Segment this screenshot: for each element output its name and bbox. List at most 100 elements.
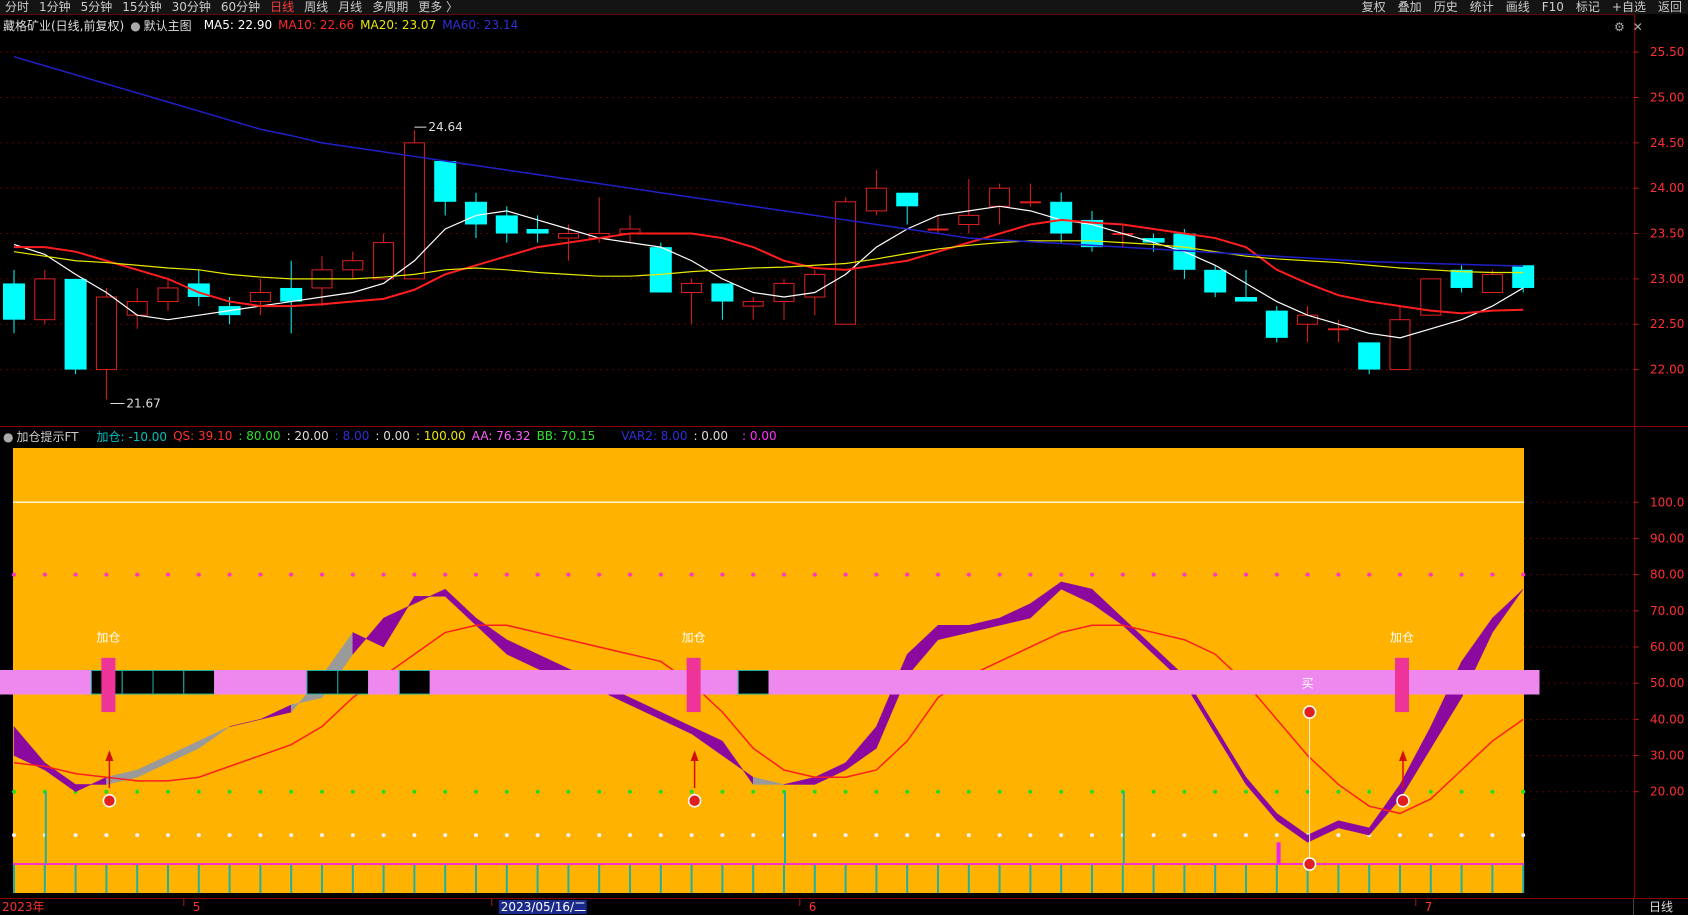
dot-80-37 [1151, 572, 1156, 577]
candle-body [3, 283, 25, 320]
ma-line-MA60 [13, 55, 1524, 267]
candle-body [373, 242, 395, 280]
period-status[interactable]: 日线 [1633, 899, 1688, 915]
band-cell-8 [244, 670, 277, 695]
band-cell-10 [306, 670, 339, 695]
candle-38 [1173, 229, 1196, 279]
band-cell-23 [706, 670, 739, 695]
sell-marker-top [1302, 705, 1317, 719]
dot-8-45 [1398, 833, 1402, 838]
dot-80-3 [104, 572, 109, 577]
dot-8-14 [443, 833, 448, 838]
ma-line-MA20 [13, 240, 1524, 280]
dot-80-26 [812, 572, 817, 577]
gear-icon[interactable]: ⚙ [1614, 20, 1625, 34]
dot-8-23 [720, 833, 725, 838]
dot-8-46 [1428, 833, 1433, 838]
candle-27 [835, 197, 857, 325]
dot-20-47 [1459, 789, 1464, 794]
dot-80-33 [1028, 572, 1033, 577]
candle-13 [403, 130, 425, 280]
dot-20-43 [1336, 789, 1341, 794]
candle-body [1481, 273, 1503, 293]
signal-label-2: 加仓 [1390, 631, 1414, 645]
signal-bar-1 [686, 657, 701, 713]
candle-8 [249, 278, 271, 316]
y-tick-label-7: 22.00 [1650, 363, 1684, 377]
dot-20-37 [1151, 789, 1156, 794]
dot-20-42 [1305, 789, 1310, 794]
dot-80-29 [905, 572, 910, 577]
dot-8-4 [135, 833, 140, 838]
dot-20-40 [1244, 789, 1248, 794]
y-tick-label-5: 23.00 [1650, 272, 1684, 286]
close-icon[interactable]: ✕ [1633, 20, 1643, 34]
candle-1 [34, 269, 56, 325]
indicator-toggle[interactable]: ● 加仓提示FT [3, 428, 85, 445]
dot-8-13 [412, 833, 417, 838]
dot-20-32 [997, 789, 1002, 794]
candle-40 [1235, 269, 1257, 302]
qs-value: QS: 39.10 [173, 429, 233, 443]
dot-80-31 [966, 572, 971, 577]
dot-80-46 [1428, 572, 1433, 577]
candle-23 [711, 283, 734, 320]
frame-top [0, 14, 1634, 15]
candle-body [896, 192, 919, 207]
dot-8-16 [504, 833, 509, 838]
band-cell-32 [984, 670, 1016, 695]
candle-14 [434, 160, 457, 216]
ind-y-tick-label-0: 100.0 [1650, 495, 1684, 509]
dot-80-30 [936, 572, 940, 577]
dot-80-35 [1090, 572, 1094, 577]
dot-20-19 [597, 789, 602, 794]
pink-stub [1276, 842, 1281, 865]
dot-8-26 [812, 833, 817, 838]
main-legend: 藏格矿业(日线,前复权) ● 默认主图 MA5: 22.90 MA10: 22.6… [0, 17, 524, 33]
dot-20-30 [936, 789, 940, 794]
line8-value: : 8.00 [334, 429, 370, 443]
dot-20-4 [135, 789, 140, 794]
dot-80-39 [1213, 572, 1218, 577]
panel-divider [0, 426, 1688, 427]
band-cell-6 [183, 670, 216, 695]
overlay-label: 默认主图 [143, 18, 192, 33]
ind-y-tick-label-7: 30.00 [1650, 749, 1684, 763]
dot-20-41 [1274, 789, 1279, 794]
candle-body [1265, 310, 1288, 338]
candle-11 [342, 251, 364, 279]
signal-label-1: 加仓 [682, 631, 706, 645]
x-label-1: 5 [193, 900, 201, 914]
dot-80-2 [73, 572, 78, 577]
dot-80-19 [597, 572, 602, 577]
dot-20-46 [1428, 789, 1433, 794]
candle-body [1235, 297, 1257, 302]
candle-20 [619, 215, 641, 243]
ind-y-tick-label-3: 70.00 [1650, 604, 1684, 618]
dot-20-9 [289, 789, 294, 794]
candle-32 [989, 183, 1011, 225]
overlay-toggle[interactable]: ● 默认主图 [130, 17, 198, 34]
y-tick-label-2: 24.50 [1650, 136, 1684, 150]
band-cell-27 [830, 670, 862, 695]
dot-80-25 [782, 572, 786, 577]
y-tick-label-4: 23.50 [1650, 227, 1684, 241]
dot-80-49 [1521, 572, 1526, 577]
band-cell-25 [768, 670, 801, 695]
dot-8-10 [320, 833, 324, 838]
dot-80-9 [289, 572, 294, 577]
dot-20-23 [720, 789, 725, 794]
band-cell-12 [368, 670, 400, 695]
dot-8-32 [997, 833, 1002, 838]
dot-80-47 [1459, 572, 1464, 577]
signal-bar-0 [101, 657, 116, 713]
candle-body [1389, 319, 1411, 371]
band-cell-30 [922, 670, 955, 695]
bottom-divider [0, 898, 1688, 899]
line0b-value: : 0.00 [693, 429, 729, 443]
candle-body [1358, 342, 1381, 370]
dot-20-13 [412, 789, 417, 794]
band-cell-34 [1045, 670, 1078, 695]
band-cell-26 [799, 670, 832, 695]
band-cell-33 [1014, 670, 1047, 695]
